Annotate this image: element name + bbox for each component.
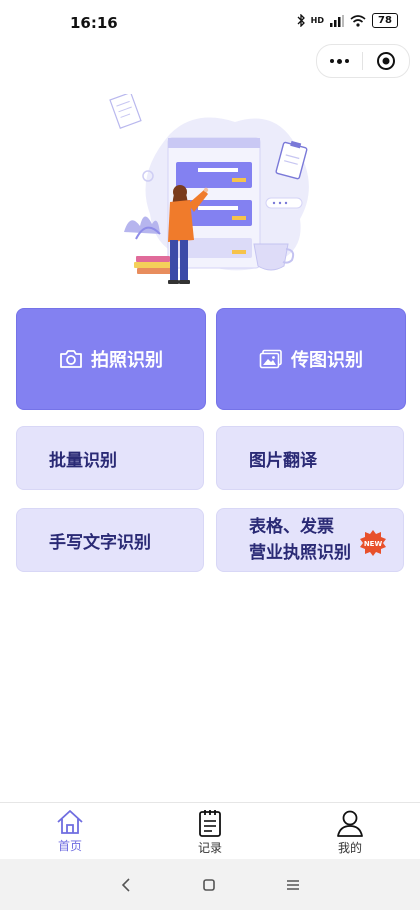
tab-home[interactable]: 首页 bbox=[0, 803, 140, 860]
status-bar: 16:16 HD 78 bbox=[0, 0, 420, 46]
batch-recognition-label: 批量识别 bbox=[49, 450, 117, 471]
new-badge-text: NEW bbox=[364, 540, 383, 548]
bluetooth-icon bbox=[297, 14, 305, 27]
handwriting-recognition-button[interactable]: 手写文字识别 bbox=[16, 508, 204, 572]
user-icon bbox=[337, 810, 363, 837]
hero-illustration bbox=[109, 94, 309, 284]
camera-icon bbox=[60, 350, 82, 368]
tab-records[interactable]: 记录 bbox=[140, 803, 280, 860]
image-translation-button[interactable]: 图片翻译 bbox=[216, 426, 404, 490]
tab-profile-label: 我的 bbox=[337, 841, 362, 855]
upload-image-recognition-button[interactable]: 传图识别 bbox=[216, 308, 406, 410]
recents-menu-icon[interactable] bbox=[286, 878, 300, 892]
signal-icon bbox=[330, 14, 344, 27]
photo-recognition-label: 拍照识别 bbox=[91, 350, 163, 371]
tab-home-label: 首页 bbox=[57, 839, 82, 853]
home-square-icon[interactable] bbox=[202, 878, 216, 892]
network-label: HD bbox=[310, 16, 324, 25]
tab-records-label: 记录 bbox=[197, 841, 222, 855]
image-translation-label: 图片翻译 bbox=[249, 450, 317, 471]
target-close-icon bbox=[377, 52, 395, 70]
system-navigation-bar bbox=[0, 859, 420, 910]
batch-recognition-button[interactable]: 批量识别 bbox=[16, 426, 204, 490]
notepad-icon bbox=[199, 810, 221, 837]
image-icon bbox=[259, 349, 282, 369]
tab-profile[interactable]: 我的 bbox=[280, 803, 420, 860]
status-icons: HD 78 bbox=[297, 13, 398, 28]
back-icon[interactable] bbox=[120, 877, 132, 892]
close-miniprogram-button[interactable] bbox=[363, 45, 409, 77]
home-icon bbox=[57, 810, 83, 834]
more-menu-button[interactable] bbox=[317, 45, 362, 77]
bottom-tab-bar: 首页 记录 我的 bbox=[0, 802, 420, 860]
photo-recognition-button[interactable]: 拍照识别 bbox=[16, 308, 206, 410]
miniprogram-capsule bbox=[316, 44, 410, 78]
form-invoice-license-recognition-button[interactable]: 表格、发票 营业执照识别 NEW bbox=[216, 508, 404, 572]
battery-indicator: 78 bbox=[372, 13, 398, 28]
status-time: 16:16 bbox=[70, 14, 118, 32]
handwriting-recognition-label: 手写文字识别 bbox=[49, 532, 151, 553]
upload-image-recognition-label: 传图识别 bbox=[291, 350, 363, 371]
wifi-icon bbox=[350, 14, 366, 27]
new-badge-icon: NEW bbox=[360, 530, 386, 556]
